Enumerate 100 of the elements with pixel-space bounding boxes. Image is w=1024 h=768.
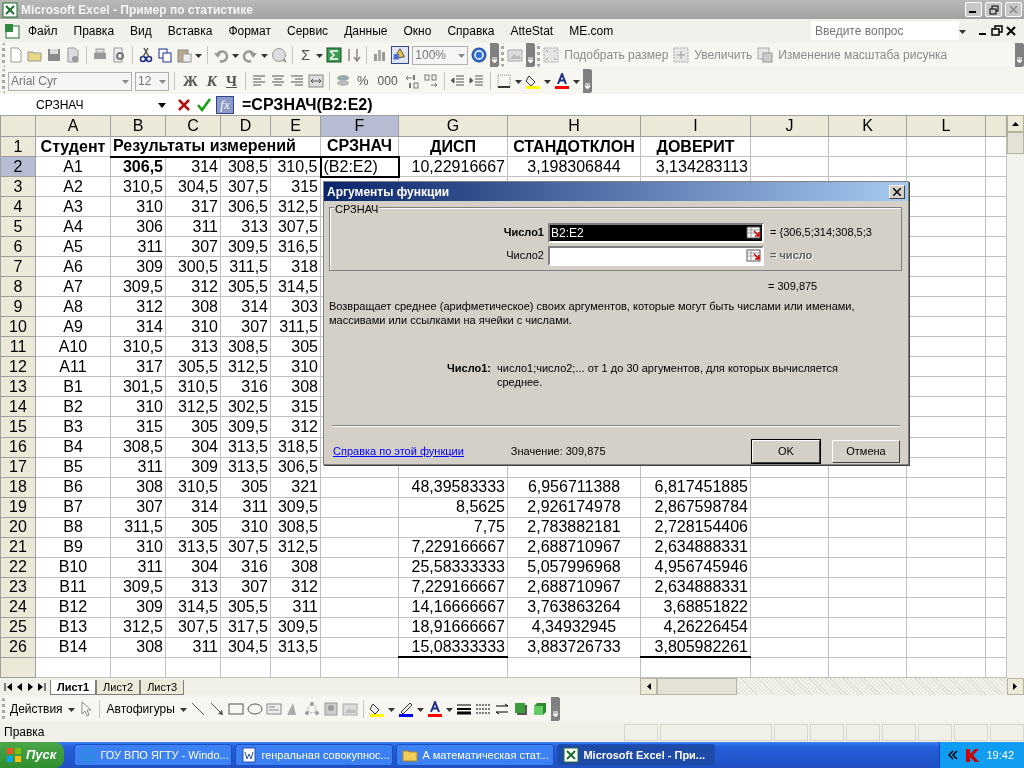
next-sheet-icon[interactable] bbox=[26, 681, 35, 692]
row-header[interactable]: 25 bbox=[0, 617, 36, 638]
scroll-thumb[interactable] bbox=[1007, 132, 1024, 154]
drawing-icon[interactable] bbox=[391, 46, 410, 64]
print-preview-icon[interactable] bbox=[111, 47, 127, 63]
row-header[interactable]: 5 bbox=[0, 216, 36, 237]
scroll-thumb[interactable] bbox=[657, 678, 737, 695]
zoom-dropdown[interactable]: 100% bbox=[412, 45, 469, 65]
line-color-icon[interactable] bbox=[397, 700, 414, 717]
restore-icon[interactable] bbox=[990, 23, 1004, 38]
help-search-field[interactable]: Введите вопрос bbox=[811, 21, 959, 40]
autosum-button[interactable]: Σ bbox=[298, 43, 314, 67]
thousands-button[interactable]: 000 bbox=[374, 72, 401, 90]
font-color-icon[interactable] bbox=[426, 700, 443, 717]
row-header[interactable]: 2 bbox=[0, 156, 36, 177]
menu-item[interactable]: Окно bbox=[395, 19, 440, 42]
first-sheet-icon[interactable] bbox=[4, 681, 13, 692]
row-header[interactable]: 16 bbox=[0, 437, 36, 458]
italic-button[interactable]: К bbox=[203, 69, 221, 93]
row-header[interactable]: 18 bbox=[0, 477, 36, 498]
row-header[interactable]: 15 bbox=[0, 416, 36, 437]
row-header[interactable]: 9 bbox=[0, 296, 36, 317]
menu-item[interactable]: Файл bbox=[20, 19, 66, 42]
oval-icon[interactable] bbox=[246, 700, 263, 717]
scroll-right-button[interactable] bbox=[1007, 678, 1024, 695]
vertical-scrollbar[interactable] bbox=[1007, 115, 1024, 678]
column-header[interactable]: K bbox=[828, 115, 907, 137]
previous-sheet-icon[interactable] bbox=[15, 681, 24, 692]
row-header[interactable]: 20 bbox=[0, 517, 36, 538]
column-header[interactable]: A bbox=[35, 115, 111, 137]
column-header[interactable]: I bbox=[640, 115, 751, 137]
column-header[interactable]: L bbox=[906, 115, 986, 137]
shadow-icon[interactable] bbox=[512, 700, 529, 717]
row-header[interactable]: 14 bbox=[0, 396, 36, 417]
menu-item[interactable]: Данные bbox=[336, 19, 396, 42]
diagram-icon[interactable] bbox=[303, 700, 320, 717]
decrease-decimal-icon[interactable] bbox=[422, 73, 439, 89]
menu-item[interactable]: ME.com bbox=[561, 19, 622, 42]
row-header[interactable]: 6 bbox=[0, 236, 36, 257]
borders-icon[interactable] bbox=[495, 73, 512, 89]
taskbar-button[interactable]: генральная совокупнос... bbox=[235, 744, 394, 766]
argument-field[interactable] bbox=[548, 245, 764, 266]
column-header[interactable]: J bbox=[750, 115, 829, 137]
column-header[interactable]: D bbox=[220, 115, 271, 137]
taskbar-button[interactable]: А математическая стат... bbox=[396, 744, 555, 766]
row-header[interactable]: 4 bbox=[0, 196, 36, 217]
menu-item[interactable]: Сервис bbox=[279, 19, 337, 42]
row-header[interactable]: 13 bbox=[0, 376, 36, 397]
formula-icon[interactable] bbox=[326, 47, 343, 63]
restore-button[interactable] bbox=[985, 2, 1002, 17]
menu-item[interactable]: Справка bbox=[439, 19, 503, 42]
argument-field[interactable]: B2:E2 bbox=[548, 222, 764, 243]
save-icon[interactable] bbox=[46, 47, 62, 63]
fit-icon[interactable] bbox=[543, 47, 560, 63]
column-header[interactable]: B bbox=[110, 115, 166, 137]
font-size-dropdown[interactable]: 12 bbox=[135, 71, 169, 91]
close-icon[interactable] bbox=[1004, 23, 1018, 38]
row-header[interactable]: 23 bbox=[0, 577, 36, 598]
autoshapes-menu[interactable]: Автофигуры bbox=[104, 699, 177, 718]
tray-expand-icon[interactable] bbox=[948, 750, 959, 760]
row-header[interactable]: 11 bbox=[0, 336, 36, 357]
row-header[interactable]: 1 bbox=[0, 136, 36, 157]
toolbar-options-icon[interactable] bbox=[550, 696, 560, 721]
horizontal-scrollbar[interactable] bbox=[640, 678, 1024, 695]
column-header[interactable]: G bbox=[398, 115, 508, 137]
menu-item[interactable]: Формат bbox=[220, 19, 280, 42]
toolbar-options-icon[interactable] bbox=[490, 43, 500, 67]
row-header[interactable]: 3 bbox=[0, 176, 36, 197]
menu-item[interactable]: Вид bbox=[122, 19, 160, 42]
clip-art-icon[interactable] bbox=[322, 700, 339, 717]
minimize-button[interactable] bbox=[965, 2, 982, 17]
fill-color-icon[interactable] bbox=[524, 73, 541, 89]
toolbar-options-icon[interactable] bbox=[526, 43, 536, 67]
cancel-button[interactable]: Отмена bbox=[832, 439, 900, 463]
row-header[interactable]: 22 bbox=[0, 557, 36, 578]
row-header[interactable]: 24 bbox=[0, 597, 36, 618]
cancel-icon[interactable] bbox=[176, 96, 192, 113]
caret-icon[interactable] bbox=[158, 100, 166, 109]
cut-icon[interactable] bbox=[138, 47, 154, 63]
row-header[interactable]: 19 bbox=[0, 497, 36, 518]
underline-button[interactable]: Ч bbox=[223, 69, 241, 93]
help-icon[interactable] bbox=[471, 47, 488, 63]
menu-item[interactable]: AtteStat bbox=[502, 19, 562, 42]
row-header[interactable]: 12 bbox=[0, 356, 36, 377]
ok-button[interactable]: OK bbox=[752, 439, 820, 463]
sheet-tab[interactable]: Лист1 bbox=[50, 680, 97, 695]
permission-icon[interactable] bbox=[65, 47, 81, 63]
column-header[interactable]: E bbox=[270, 115, 321, 137]
row-header[interactable]: 21 bbox=[0, 537, 36, 558]
sort-icon[interactable] bbox=[345, 47, 362, 63]
font-color-icon[interactable] bbox=[553, 73, 570, 89]
scroll-up-button[interactable] bbox=[1007, 115, 1024, 132]
enter-check-icon[interactable] bbox=[196, 96, 212, 113]
start-button[interactable]: Пуск bbox=[0, 742, 65, 768]
bold-button[interactable]: Ж bbox=[180, 69, 201, 93]
menu-item[interactable]: Вставка bbox=[159, 19, 221, 42]
taskbar-button[interactable]: Microsoft Excel - При... bbox=[557, 744, 716, 766]
actions-menu[interactable]: Действия bbox=[8, 699, 65, 718]
row-header[interactable]: 26 bbox=[0, 637, 36, 658]
font-dropdown[interactable]: Arial Cyr bbox=[8, 71, 132, 91]
